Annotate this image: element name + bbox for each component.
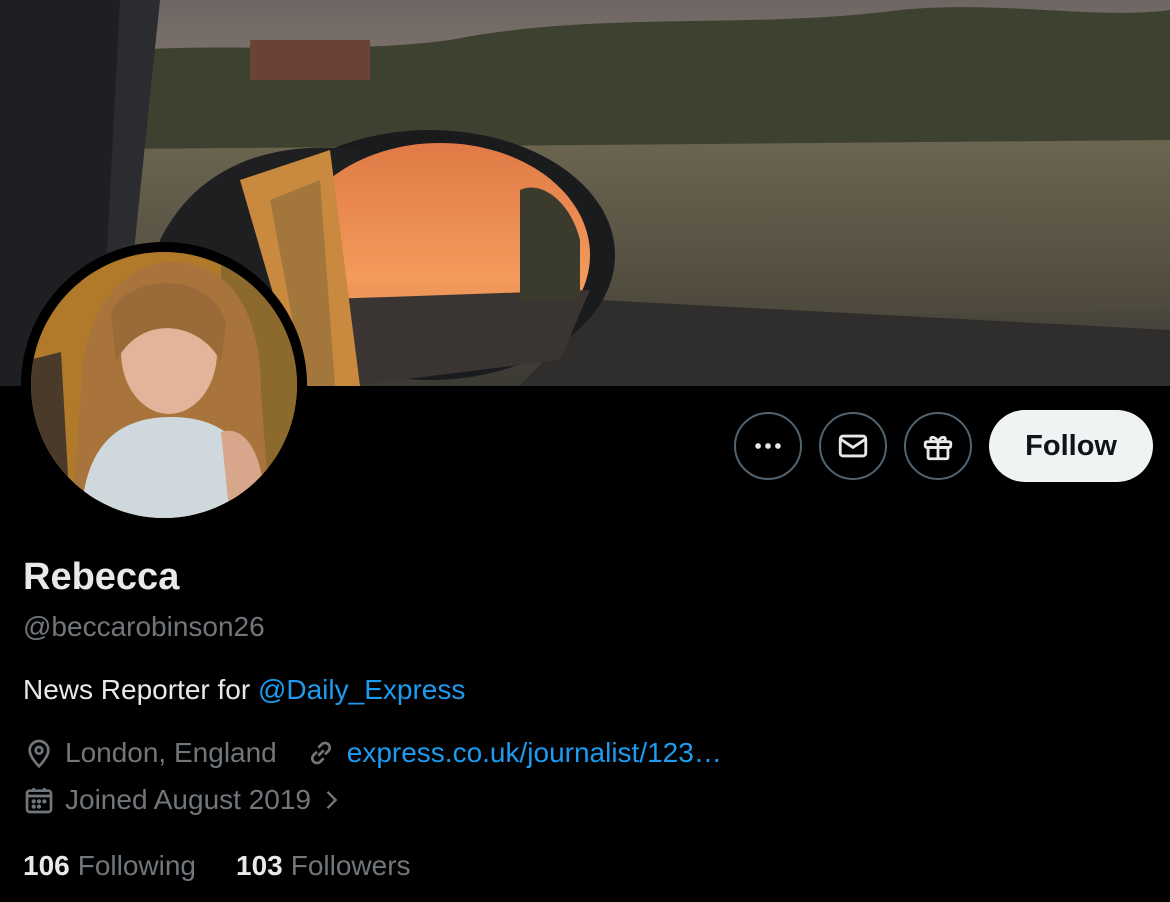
profile-bio: News Reporter for @Daily_Express: [23, 674, 465, 706]
profile-handle: @beccarobinson26: [23, 611, 265, 642]
follow-button[interactable]: Follow: [989, 410, 1153, 482]
joined-row[interactable]: Joined August 2019: [23, 784, 355, 816]
chevron-right-icon: [326, 791, 338, 809]
joined-date[interactable]: Joined August 2019: [23, 784, 355, 816]
bio-mention-link[interactable]: @Daily_Express: [258, 674, 465, 705]
followers-label: Followers: [290, 850, 411, 881]
joined-text: Joined August 2019: [65, 784, 311, 815]
location-pin-icon: [28, 739, 50, 769]
envelope-icon: [839, 434, 868, 458]
more-icon: [755, 443, 781, 449]
following-count: 106: [23, 850, 70, 881]
following-label: Following: [77, 850, 196, 881]
profile-avatar[interactable]: [21, 242, 307, 528]
profile-name: Rebecca: [23, 556, 180, 598]
bio-text: News Reporter for: [23, 674, 258, 705]
calendar-icon: [25, 788, 53, 814]
website-link[interactable]: express.co.uk/journalist/123…: [347, 737, 722, 769]
profile-meta-row: London, England express.co.uk/journalist…: [23, 737, 722, 769]
more-options-button[interactable]: [734, 412, 803, 480]
website[interactable]: express.co.uk/journalist/123…: [305, 737, 722, 769]
gift-icon: [924, 435, 953, 461]
followers-stat[interactable]: 103 Followers: [236, 850, 411, 882]
followers-count: 103: [236, 850, 283, 881]
location-text: London, England: [65, 737, 277, 768]
following-stat[interactable]: 106 Following: [23, 850, 196, 882]
gift-button[interactable]: [904, 412, 973, 480]
profile-stats: 106 Following 103 Followers: [23, 850, 451, 882]
message-button[interactable]: [819, 412, 888, 480]
link-icon: [310, 741, 331, 765]
profile-actions: Follow: [734, 410, 1153, 482]
location: London, England: [23, 737, 277, 769]
